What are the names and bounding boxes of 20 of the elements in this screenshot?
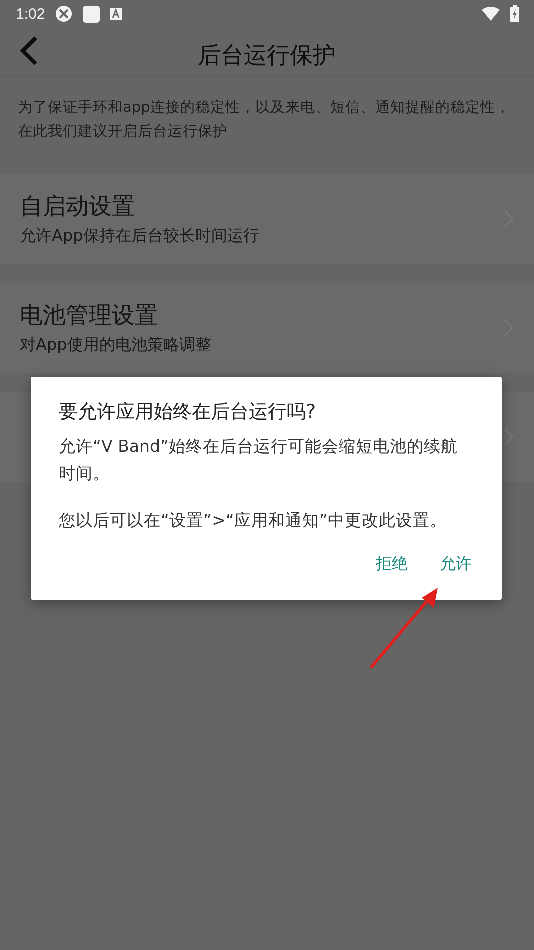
dialog-note: 您以后可以在“设置”>“应用和通知”中更改此设置。 bbox=[59, 510, 448, 532]
dialog-button[interactable]: 允许 bbox=[430, 548, 482, 581]
setting-title: 自启动设置 bbox=[20, 193, 136, 222]
settings-row[interactable]: 自启动设置 允许App保持在后台较长时间运行 bbox=[0, 174, 534, 264]
battery-icon bbox=[510, 5, 520, 23]
setting-title: 电池管理设置 bbox=[20, 302, 159, 331]
notification-icon bbox=[83, 6, 100, 22]
dialog-button[interactable]: 拒绝 bbox=[366, 548, 418, 581]
setting-subtitle: 允许App保持在后台较长时间运行 bbox=[20, 226, 260, 247]
settings-row[interactable]: 电池管理设置 对App使用的电池策略调整 bbox=[0, 283, 534, 373]
status-time: 1:02 bbox=[16, 6, 46, 22]
dialog-title: 要允许应用始终在后台运行吗? bbox=[59, 400, 318, 425]
wifi-icon bbox=[482, 7, 500, 21]
chevron-icon bbox=[504, 428, 514, 446]
description-text: 为了保证手环和app连接的稳定性，以及来电、短信、通知提醒的稳定性，在此我们建议开启后台运行保护 bbox=[17, 98, 512, 142]
setting-subtitle: 对App使用的电池策略调整 bbox=[20, 335, 212, 356]
dialog-message: 允许“V Band”始终在后台运行可能会缩短电池的续航时间。 bbox=[59, 436, 459, 485]
app-icon bbox=[110, 8, 122, 20]
back-icon[interactable] bbox=[18, 36, 40, 66]
page-title: 后台运行保护 bbox=[198, 42, 336, 71]
